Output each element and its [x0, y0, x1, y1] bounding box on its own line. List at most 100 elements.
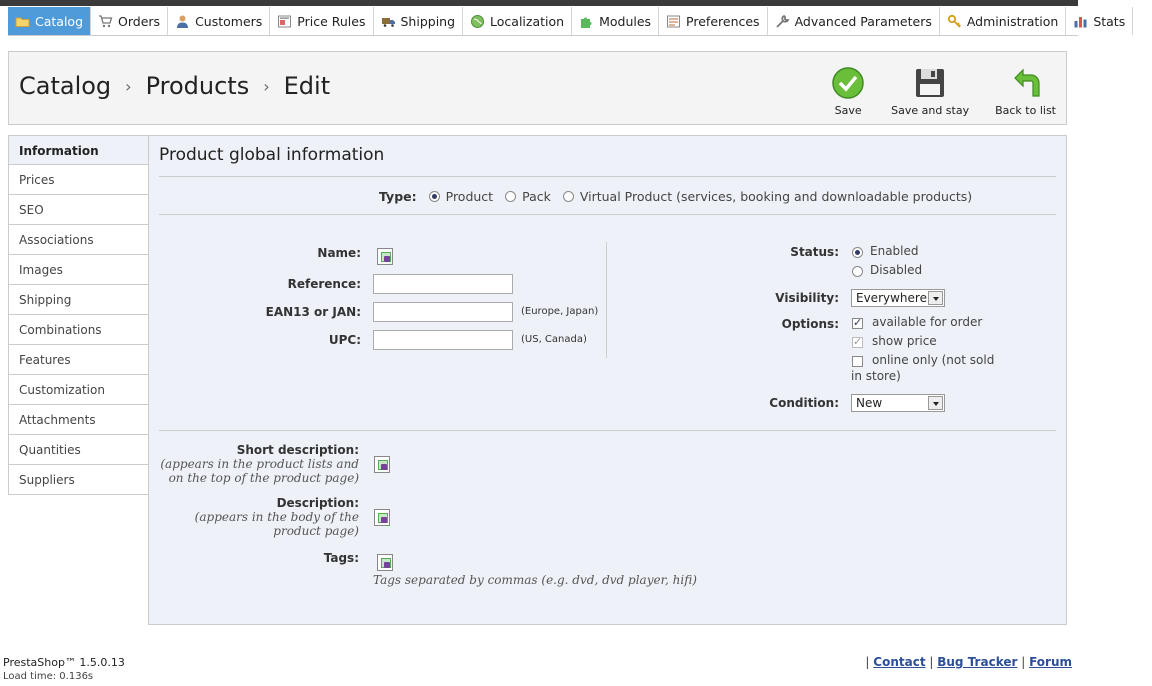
- checkmark-icon: [831, 66, 865, 100]
- reference-label: Reference:: [287, 277, 361, 291]
- online-only-checkbox[interactable]: [852, 356, 863, 367]
- description-hint: (appears in the body of the product page…: [194, 510, 359, 538]
- tab-label: Orders: [118, 13, 161, 29]
- toolbar: Save Save and stay Back to list: [805, 66, 1056, 117]
- tab-advanced-parameters[interactable]: Advanced Parameters: [767, 7, 940, 35]
- back-arrow-icon: [1009, 66, 1043, 100]
- sidebar-item-customization[interactable]: Customization: [8, 375, 149, 405]
- sidebar-item-images[interactable]: Images: [8, 255, 149, 285]
- tab-catalog[interactable]: Catalog: [8, 7, 92, 35]
- truck-icon: [381, 14, 396, 29]
- status-enabled-radio[interactable]: [852, 247, 863, 258]
- tab-label: Advanced Parameters: [794, 13, 932, 29]
- tab-localization[interactable]: Localization: [463, 7, 573, 35]
- sidebar-item-combinations[interactable]: Combinations: [8, 315, 149, 345]
- chevron-right-icon: ›: [125, 76, 132, 96]
- tags-hint: Tags separated by commas (e.g. dvd, dvd …: [373, 573, 697, 587]
- status-disabled-radio[interactable]: [852, 266, 863, 277]
- chevron-down-icon: [928, 291, 943, 305]
- folder-icon: [15, 14, 30, 29]
- tab-modules[interactable]: Modules: [572, 7, 660, 35]
- type-option-product[interactable]: Product: [428, 189, 493, 204]
- wrench-icon: [775, 14, 790, 29]
- main-nav: Catalog Orders Customers Price Rules Shi…: [8, 7, 1134, 36]
- short-description-title: Short description:: [236, 443, 359, 457]
- save-button[interactable]: Save: [831, 66, 865, 117]
- language-flag-icon[interactable]: [377, 248, 393, 265]
- type-product-radio[interactable]: [428, 191, 440, 202]
- reference-input[interactable]: [373, 274, 513, 294]
- chevron-right-icon: ›: [263, 76, 270, 96]
- contact-link[interactable]: Contact: [873, 655, 925, 669]
- status-enabled-label: Enabled: [870, 244, 919, 258]
- tab-label: Customers: [195, 13, 263, 29]
- tab-shipping[interactable]: Shipping: [373, 7, 464, 35]
- load-time-text: Load time: 0.136s: [3, 671, 94, 682]
- tab-preferences[interactable]: Preferences: [659, 7, 768, 35]
- footer-info: PrestaShop™ 1.5.0.13 Load time: 0.136s: [3, 656, 125, 684]
- user-icon: [175, 14, 190, 29]
- show-price-checkbox[interactable]: [852, 335, 863, 348]
- status-disabled-label: Disabled: [870, 263, 923, 277]
- sidebar-item-associations[interactable]: Associations: [8, 225, 149, 255]
- bug-tracker-link[interactable]: Bug Tracker: [937, 655, 1017, 669]
- type-option-virtual[interactable]: Virtual Product (services, booking and d…: [562, 189, 972, 204]
- forum-link[interactable]: Forum: [1029, 655, 1072, 669]
- tab-administration[interactable]: Administration: [939, 7, 1067, 35]
- tab-label: Preferences: [686, 13, 760, 29]
- online-only-label: online only (not sold: [872, 353, 995, 367]
- tab-label: Localization: [490, 13, 565, 29]
- available-for-order-checkbox[interactable]: [852, 316, 863, 329]
- tab-stats[interactable]: Stats: [1066, 7, 1134, 35]
- type-pack-radio[interactable]: [505, 191, 517, 202]
- breadcrumb: Catalog › Products › Edit: [19, 72, 330, 100]
- bar-chart-icon: [1073, 14, 1088, 29]
- tab-customers[interactable]: Customers: [168, 7, 271, 35]
- ean13-input[interactable]: [373, 302, 513, 322]
- sidebar-item-seo[interactable]: SEO: [8, 195, 149, 225]
- sidebar-item-suppliers[interactable]: Suppliers: [8, 465, 149, 495]
- language-flag-icon[interactable]: [374, 456, 390, 473]
- visibility-select[interactable]: Everywhere: [851, 289, 945, 307]
- language-flag-icon[interactable]: [377, 554, 393, 571]
- type-option-pack[interactable]: Pack: [505, 189, 551, 204]
- divider: [159, 430, 1056, 431]
- description-label: Description: (appears in the body of the…: [159, 496, 359, 538]
- tab-label: Catalog: [35, 13, 84, 29]
- condition-label: Condition:: [769, 396, 839, 410]
- save-and-stay-button[interactable]: Save and stay: [891, 66, 969, 117]
- tab-label: Price Rules: [297, 13, 366, 29]
- tags-title: Tags:: [323, 551, 359, 565]
- key-icon: [947, 14, 962, 29]
- tab-price-rules[interactable]: Price Rules: [270, 7, 374, 35]
- back-to-list-button[interactable]: Back to list: [995, 66, 1056, 117]
- status-label: Status:: [790, 245, 839, 259]
- type-label: Type:: [379, 189, 417, 204]
- sidebar-item-prices[interactable]: Prices: [8, 165, 149, 195]
- language-flag-icon[interactable]: [374, 509, 390, 526]
- sidebar-item-information[interactable]: Information: [8, 135, 149, 165]
- type-virtual-radio[interactable]: [562, 191, 574, 202]
- column-divider: [606, 242, 607, 358]
- tab-orders[interactable]: Orders: [91, 7, 169, 35]
- tab-label: Shipping: [400, 13, 456, 29]
- sidebar-item-attachments[interactable]: Attachments: [8, 405, 149, 435]
- ean13-label: EAN13 or JAN:: [265, 305, 361, 319]
- condition-select[interactable]: New: [851, 394, 945, 412]
- version-text: PrestaShop™ 1.5.0.13: [3, 656, 125, 669]
- short-description-hint: (appears in the product lists and on the…: [160, 457, 359, 485]
- floppy-disk-icon: [913, 66, 947, 100]
- online-only-label-cont: in store): [851, 369, 901, 383]
- sidebar-item-quantities[interactable]: Quantities: [8, 435, 149, 465]
- sidebar-item-shipping[interactable]: Shipping: [8, 285, 149, 315]
- divider: [159, 176, 1056, 177]
- breadcrumb-products[interactable]: Products: [146, 72, 250, 100]
- breadcrumb-catalog[interactable]: Catalog: [19, 72, 111, 100]
- cart-icon: [98, 14, 113, 29]
- condition-value: New: [856, 396, 883, 410]
- sidebar-item-features[interactable]: Features: [8, 345, 149, 375]
- available-for-order-label: available for order: [872, 315, 983, 329]
- ean13-hint: (Europe, Japan): [521, 306, 599, 317]
- upc-input[interactable]: [373, 330, 513, 350]
- options-label: Options:: [781, 317, 839, 331]
